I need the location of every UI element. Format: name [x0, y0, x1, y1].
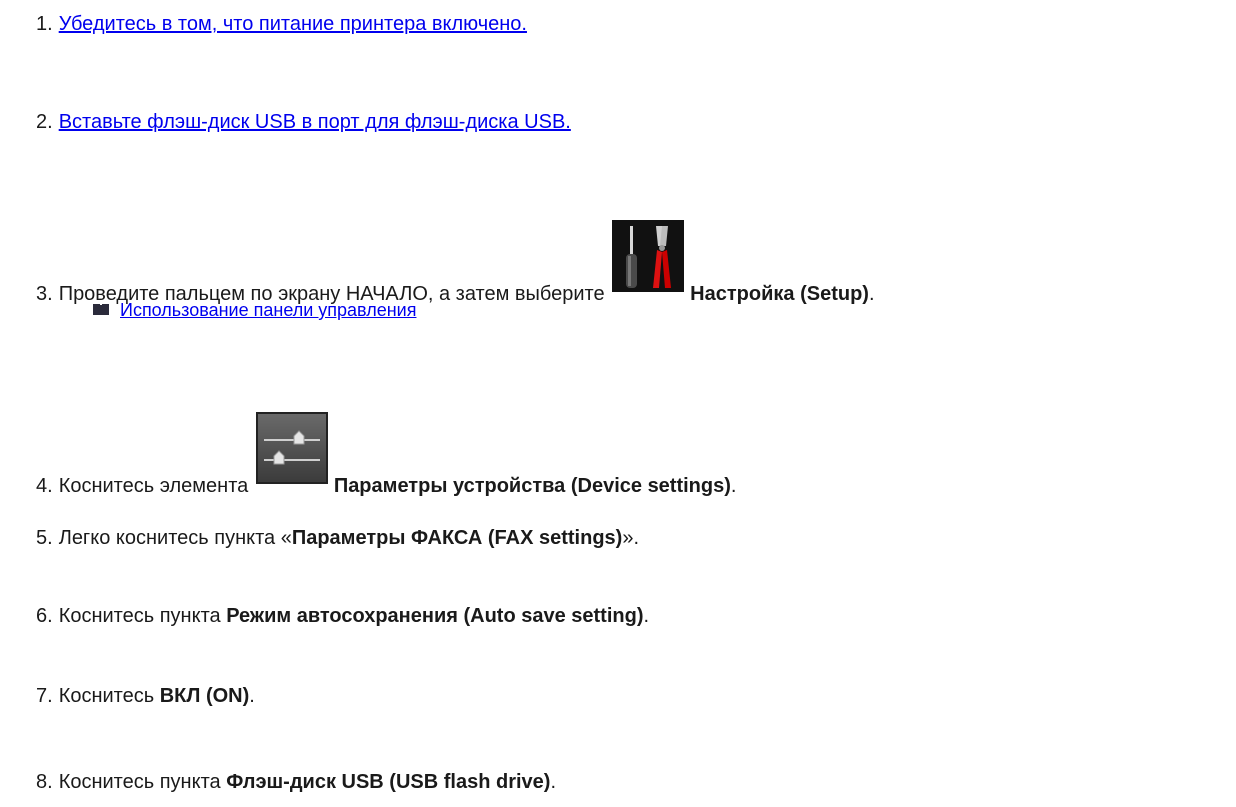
step-number: 5. — [36, 527, 53, 549]
control-panel-usage-link[interactable]: Использование панели управления — [120, 300, 416, 320]
on-option-label: ВКЛ (ON) — [159, 685, 250, 707]
setup-label: Настройка (Setup) — [690, 283, 869, 305]
device-settings-label: Параметры устройства (Device settings) — [333, 475, 731, 497]
step-punct: . — [868, 283, 875, 305]
step-punct: ». — [622, 527, 640, 549]
step-2: 2. Вставьте флэш-диск USB в порт для флэш… — [36, 110, 571, 134]
control-panel-help: Использование панели управления — [92, 300, 416, 320]
step-text: Коснитесь пункта — [58, 605, 221, 627]
step-number: 1. — [36, 13, 53, 35]
step-punct: . — [550, 771, 557, 793]
step-text: Коснитесь — [58, 685, 155, 707]
step-text: Легко коснитесь пункта « — [58, 527, 292, 549]
step-3: 3. Проведите пальцем по экрану НАЧАЛО, а … — [36, 220, 875, 306]
step-8: 8. Коснитесь пункта Флэш-диск USB (USB fl… — [36, 770, 556, 794]
step-4: 4. Коснитесь элемента Параметры устройств… — [36, 412, 737, 498]
insert-usb-link[interactable]: Вставьте флэш-диск USB в порт для флэш-д… — [59, 111, 571, 133]
step-6: 6. Коснитесь пункта Режим автосохранения … — [36, 604, 649, 628]
auto-save-label: Режим автосохранения (Auto save setting) — [226, 605, 644, 627]
step-7: 7. Коснитесь ВКЛ (ON). — [36, 684, 255, 708]
step-number: 7. — [36, 685, 53, 707]
step-text: Коснитесь элемента — [58, 475, 249, 497]
step-punct: . — [249, 685, 255, 707]
step-number: 3. — [36, 283, 53, 305]
step-1: 1. Убедитесь в том, что питание принтера … — [36, 12, 527, 36]
check-power-link[interactable]: Убедитесь в том, что питание принтера вк… — [59, 13, 527, 35]
book-icon — [93, 304, 109, 315]
step-number: 2. — [36, 111, 53, 133]
setup-tools-icon — [612, 220, 685, 292]
step-text: Коснитесь пункта — [58, 771, 221, 793]
step-punct: . — [730, 475, 737, 497]
step-punct: . — [643, 605, 650, 627]
device-settings-sliders-icon — [255, 412, 328, 484]
step-5: 5. Легко коснитесь пункта «Параметры ФАКС… — [36, 526, 639, 550]
step-number: 6. — [36, 605, 53, 627]
fax-settings-label: Параметры ФАКСА (FAX settings) — [291, 527, 623, 549]
step-number: 4. — [36, 475, 53, 497]
usb-flash-drive-label: Флэш-диск USB (USB flash drive) — [226, 771, 551, 793]
step-number: 8. — [36, 771, 53, 793]
